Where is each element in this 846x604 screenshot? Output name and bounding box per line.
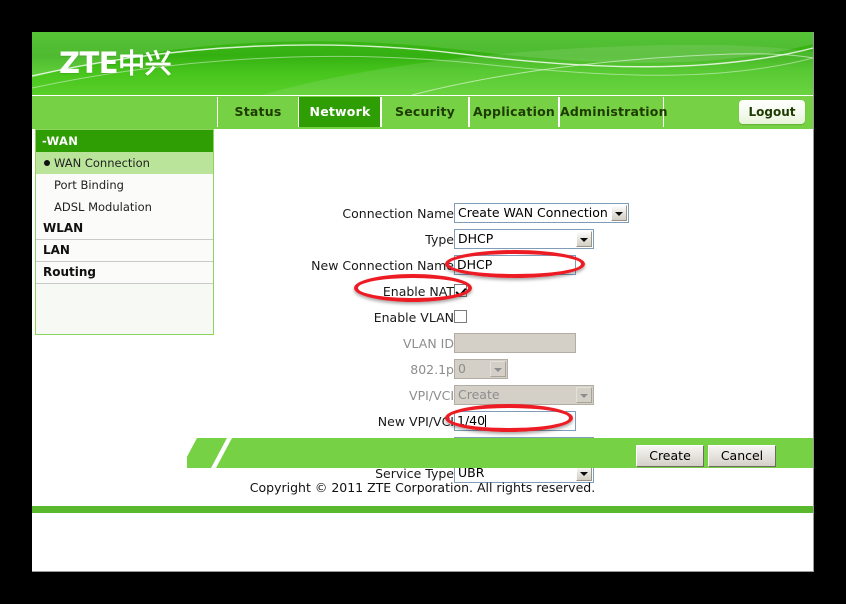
sidebar-section-routing[interactable]: Routing [36, 262, 213, 284]
tab-application[interactable]: Application [469, 97, 559, 127]
form-row-type: Type DHCP [222, 229, 812, 251]
zte-logo: ZTE中兴 [59, 46, 172, 82]
sidebar-section-lan[interactable]: LAN [36, 240, 213, 262]
sidebar-item-adsl-modulation[interactable]: ADSL Modulation [36, 196, 213, 218]
enable-nat-checkbox[interactable] [454, 284, 467, 297]
form-row-8021p: 802.1p 0 [222, 359, 812, 381]
logout-button[interactable]: Logout [739, 100, 805, 124]
copyright-text: Copyright © 2011 ZTE Corporation. All ri… [249, 480, 596, 495]
label-vpi-vci: VPI/VCI [409, 388, 454, 403]
label-new-vpi-vci: New VPI/VCI [377, 414, 454, 429]
sidebar-item-wan-connection[interactable]: WAN Connection [36, 152, 213, 174]
chevron-down-icon [576, 387, 592, 403]
sidebar-menu: -WAN WAN Connection Port Binding ADSL Mo… [35, 129, 214, 335]
type-value: DHCP [458, 231, 494, 246]
bullet-icon [44, 160, 50, 166]
type-select[interactable]: DHCP [454, 229, 594, 249]
label-enable-vlan: Enable VLAN [373, 310, 454, 325]
screenshot-root: ZTE中兴 Status Network Security Applicatio… [0, 0, 846, 604]
vlan-id-input [454, 333, 576, 353]
form-row-new-connection-name: New Connection Name DHCP [222, 255, 812, 277]
logo-text: ZTE [59, 46, 119, 80]
chevron-down-icon [490, 361, 506, 377]
form-row-enable-nat: Enable NAT [222, 281, 812, 303]
tab-network[interactable]: Network [299, 97, 381, 127]
sidebar-item-label: WAN Connection [54, 156, 150, 170]
new-vpi-vci-value: 1/40 [457, 413, 486, 428]
sidebar-section-wan[interactable]: -WAN [36, 130, 213, 152]
label-vlan-id: VLAN ID [403, 336, 454, 351]
enable-vlan-checkbox[interactable] [454, 310, 467, 323]
tab-administration[interactable]: Administration [559, 97, 667, 127]
form-row-vlan-id: VLAN ID [222, 333, 812, 355]
form-row-connection-name: Connection Name Create WAN Connection [222, 203, 812, 225]
connection-name-select[interactable]: Create WAN Connection [454, 203, 629, 223]
form-row-enable-vlan: Enable VLAN [222, 307, 812, 329]
connection-name-value: Create WAN Connection [458, 205, 608, 220]
create-button[interactable]: Create [636, 445, 704, 467]
sidebar-item-label: Port Binding [54, 178, 124, 192]
page-banner: ZTE中兴 [32, 32, 813, 95]
footer-bottom-bar [32, 506, 813, 513]
router-admin-page: ZTE中兴 Status Network Security Applicatio… [32, 32, 814, 572]
priority-8021p-value: 0 [458, 361, 466, 376]
label-new-connection-name: New Connection Name [311, 258, 454, 273]
sidebar-item-port-binding[interactable]: Port Binding [36, 174, 213, 196]
label-connection-name: Connection Name [342, 206, 454, 221]
vpi-vci-value: Create [458, 387, 500, 402]
cancel-button[interactable]: Cancel [708, 445, 776, 467]
sidebar-item-label: ADSL Modulation [54, 200, 152, 214]
new-vpi-vci-input[interactable]: 1/40 [454, 411, 576, 431]
form-row-new-vpi-vci: New VPI/VCI 1/40 [222, 411, 812, 433]
sidebar-section-wlan[interactable]: WLAN [36, 218, 213, 240]
new-connection-name-input[interactable]: DHCP [454, 255, 576, 275]
priority-8021p-select: 0 [454, 359, 508, 379]
label-8021p: 802.1p [410, 362, 454, 377]
main-navigation: Status Network Security Application Admi… [32, 95, 813, 129]
text-caret [485, 415, 487, 427]
tab-status[interactable]: Status [217, 97, 299, 127]
tab-security[interactable]: Security [381, 97, 469, 127]
form-row-vpi-vci: VPI/VCI Create [222, 385, 812, 407]
vpi-vci-select: Create [454, 385, 594, 405]
label-type: Type [425, 232, 454, 247]
chevron-down-icon[interactable] [611, 205, 627, 221]
chevron-down-icon[interactable] [576, 231, 592, 247]
label-enable-nat: Enable NAT [382, 284, 454, 299]
logo-chinese-text: 中兴 [118, 49, 172, 80]
